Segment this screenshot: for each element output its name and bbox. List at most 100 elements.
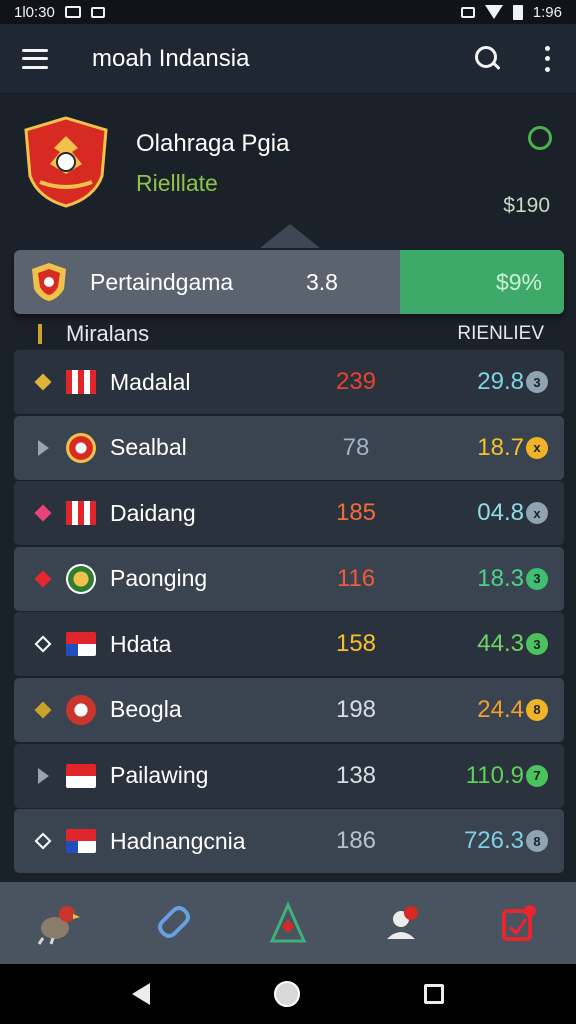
row-marker [32, 502, 54, 524]
flag-icon [66, 501, 96, 526]
profile-header: Olahraga Pgia Rielllate $190 [0, 94, 576, 248]
team-stat: 110.9 [465, 761, 524, 789]
team-name: Pailawing [110, 762, 209, 789]
bird-icon [37, 906, 80, 945]
coin-badge-icon: 3 [526, 567, 548, 590]
arrow-marker-icon [37, 767, 49, 784]
team-name: Madalal [110, 368, 191, 395]
flag-icon [66, 370, 96, 394]
row-marker [32, 371, 54, 393]
status-time-right: 1:96 [532, 3, 562, 21]
team-stat: 18.7 [477, 433, 524, 461]
coin-badge-icon: 7 [526, 764, 548, 787]
team-score: 186 [335, 827, 377, 855]
image-notification-icon [90, 6, 105, 18]
search-icon[interactable] [474, 45, 502, 73]
team-stat: 24.4 [477, 695, 524, 723]
team-stat: 04.8 [477, 499, 524, 527]
diamond-marker-icon [34, 373, 52, 391]
status-right: 1:96 [460, 3, 562, 21]
garuda-emblem-icon [24, 116, 108, 208]
status-left: 1l0:30 [14, 4, 105, 21]
header-accent-bar [38, 324, 42, 344]
team-name: Hdata [110, 630, 172, 657]
team-stat: 44.3 [477, 630, 524, 658]
table-header: Miralans RIENLIEV [22, 318, 554, 350]
team-score: 78 [342, 433, 370, 461]
row-marker [32, 765, 54, 787]
coin-badge-icon: 8 [526, 698, 548, 721]
user-icon [387, 906, 419, 939]
status-time-left: 1l0:30 [14, 3, 55, 21]
home-icon[interactable] [274, 981, 300, 1007]
profile-amount: $190 [503, 194, 550, 217]
team-score: 116 [336, 564, 376, 592]
row-marker [32, 633, 54, 655]
diamond-marker-icon [34, 570, 52, 588]
team-stat: 18.3 [477, 564, 524, 592]
table-header-left: Miralans [66, 321, 150, 346]
team-name: Sealbal [110, 434, 187, 461]
menu-icon[interactable] [22, 48, 48, 69]
crest-icon [32, 263, 66, 301]
team-score: 239 [335, 368, 377, 395]
notification-icon [64, 6, 81, 18]
coin-badge-icon: 3 [526, 371, 548, 393]
list-item[interactable]: Sealbal 78 18.7 x [14, 415, 564, 480]
list-item[interactable]: Hdata 158 44.3 3 [14, 612, 564, 677]
team-name: Beogla [110, 696, 182, 723]
summary-label: Pertaindgama [90, 268, 234, 295]
pointer-arrow [260, 224, 320, 248]
diamond-marker-icon [34, 701, 52, 719]
back-icon[interactable] [132, 983, 150, 1005]
summary-bar[interactable]: Pertaindgama 3.8 $9% [14, 250, 564, 314]
team-name: Hadnangcnia [110, 827, 246, 854]
team-score: 158 [335, 630, 377, 658]
list-item[interactable]: Hadnangcnia 186 726.3 8 [14, 809, 564, 874]
coin-badge-icon: x [526, 436, 548, 459]
row-marker [32, 830, 54, 852]
crest-icon [66, 563, 96, 594]
team-score: 198 [335, 695, 377, 723]
diamond-marker-icon [34, 832, 52, 850]
nav-link[interactable] [143, 893, 203, 953]
nav-garuda[interactable] [28, 893, 88, 953]
alert-icon [502, 905, 537, 941]
battery-icon [512, 4, 523, 20]
link-icon [157, 906, 190, 938]
diamond-marker-icon [34, 635, 52, 653]
team-name: Daidang [110, 499, 196, 526]
flag-icon [66, 829, 96, 854]
list-item[interactable]: Paonging 116 18.3 3 [14, 546, 564, 611]
team-list: Madalal 239 29.8 3 Sealbal 78 18.7 x Daidang 18… [14, 350, 564, 875]
team-stat: 726.3 [463, 827, 524, 855]
summary-highlight: $9% [400, 250, 564, 314]
summary-value: 3.8 [306, 268, 338, 295]
list-item[interactable]: Daidang 185 04.8 x [14, 481, 564, 546]
system-navigation [0, 964, 576, 1024]
team-score: 185 [335, 499, 377, 527]
list-item[interactable]: Beogla 198 24.4 8 [14, 677, 564, 742]
team-stat: 29.8 [477, 368, 524, 395]
trophy-icon [269, 901, 307, 943]
flag-icon [66, 632, 96, 657]
app-bar: moah Indansia [0, 24, 576, 94]
row-marker [32, 699, 54, 721]
coin-badge-icon: 8 [526, 830, 548, 853]
profile-name: Olahraga Pgia [136, 130, 290, 157]
nav-trophy[interactable] [258, 893, 318, 953]
nav-profile[interactable] [373, 893, 433, 953]
recent-apps-icon[interactable] [424, 984, 444, 1004]
nav-notifications[interactable] [488, 893, 548, 953]
team-score: 138 [335, 761, 377, 789]
list-item[interactable]: Madalal 239 29.8 3 [14, 350, 564, 414]
online-status-icon [528, 126, 552, 150]
diamond-marker-icon [34, 504, 52, 522]
crest-icon [66, 432, 96, 463]
more-options-icon[interactable] [544, 45, 550, 72]
status-bar: 1l0:30 1:96 [0, 0, 576, 24]
list-item[interactable]: Pailawing 138 110.9 7 [14, 743, 564, 808]
coin-badge-icon: 3 [526, 633, 548, 656]
app-title: moah Indansia [92, 44, 250, 72]
row-marker [32, 437, 54, 459]
